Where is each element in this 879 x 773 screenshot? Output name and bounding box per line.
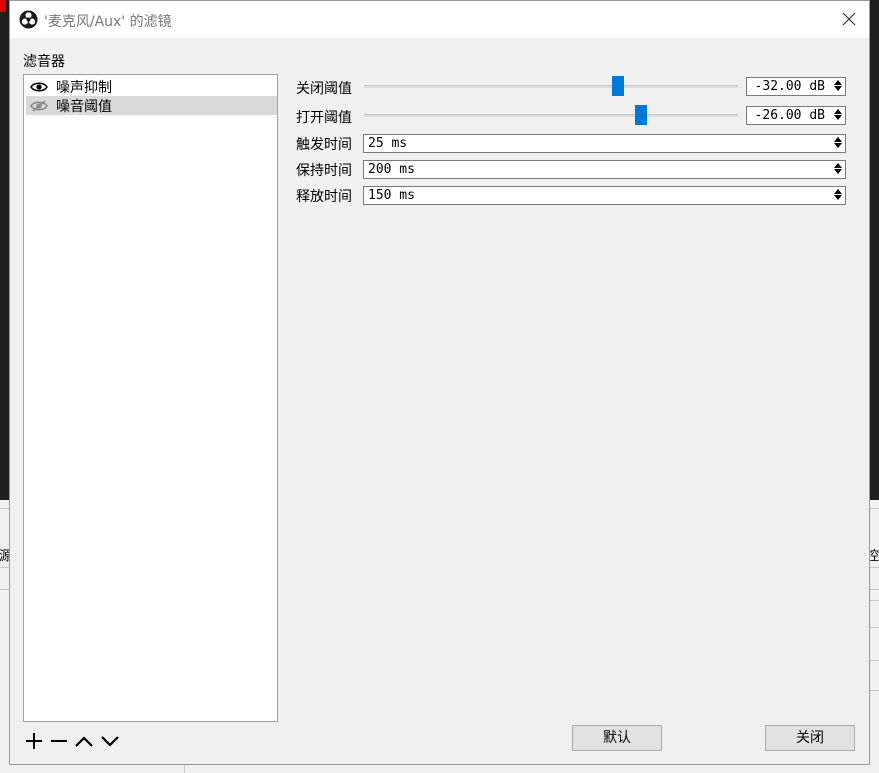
open-threshold-label: 打开阈值 (296, 107, 352, 127)
slider-handle[interactable] (612, 76, 624, 96)
filter-list[interactable]: 噪声抑制 噪音阈值 (23, 74, 278, 722)
move-up-icon[interactable] (73, 730, 95, 752)
close-button[interactable]: 关闭 (765, 725, 855, 751)
spin-arrows-icon[interactable] (831, 188, 844, 203)
defaults-button[interactable]: 默认 (572, 725, 662, 751)
close-threshold-slider[interactable] (364, 76, 738, 96)
move-down-icon[interactable] (99, 730, 121, 752)
release-time-label: 释放时间 (296, 186, 352, 206)
attack-time-label: 触发时间 (296, 134, 352, 154)
eye-icon[interactable] (30, 81, 48, 93)
filter-item-noise-gate[interactable]: 噪音阈值 (26, 96, 277, 115)
hold-time-spinbox[interactable]: 200 ms (363, 160, 846, 179)
background-record-indicator (0, 0, 6, 12)
close-icon[interactable] (841, 11, 857, 27)
obs-logo-icon (19, 10, 38, 29)
slider-handle[interactable] (635, 105, 647, 125)
remove-icon[interactable] (48, 730, 70, 752)
filter-item-label: 噪音阈值 (56, 96, 112, 116)
title-bar: '麦克风/Aux' 的滤镜 (10, 1, 869, 38)
spin-arrows-icon[interactable] (831, 108, 844, 123)
release-time-spinbox[interactable]: 150 ms (363, 186, 846, 205)
filters-section-label: 滤音器 (23, 51, 65, 71)
eye-hidden-icon[interactable] (30, 100, 48, 112)
filter-item-noise-suppression[interactable]: 噪声抑制 (26, 77, 277, 96)
add-icon[interactable] (23, 730, 45, 752)
spin-arrows-icon[interactable] (831, 162, 844, 177)
hold-time-label: 保持时间 (296, 160, 352, 180)
open-threshold-spinbox[interactable]: -26.00 dB (746, 106, 846, 125)
close-threshold-spinbox[interactable]: -32.00 dB (746, 77, 846, 96)
filters-dialog: '麦克风/Aux' 的滤镜 滤音器 噪声抑制 噪音阈值 (9, 0, 870, 765)
spin-arrows-icon[interactable] (831, 136, 844, 151)
spin-arrows-icon[interactable] (831, 79, 844, 94)
dialog-title: '麦克风/Aux' 的滤镜 (44, 11, 172, 31)
close-threshold-label: 关闭阈值 (296, 78, 352, 98)
attack-time-spinbox[interactable]: 25 ms (363, 134, 846, 153)
filter-item-label: 噪声抑制 (56, 77, 112, 97)
open-threshold-slider[interactable] (364, 105, 738, 125)
